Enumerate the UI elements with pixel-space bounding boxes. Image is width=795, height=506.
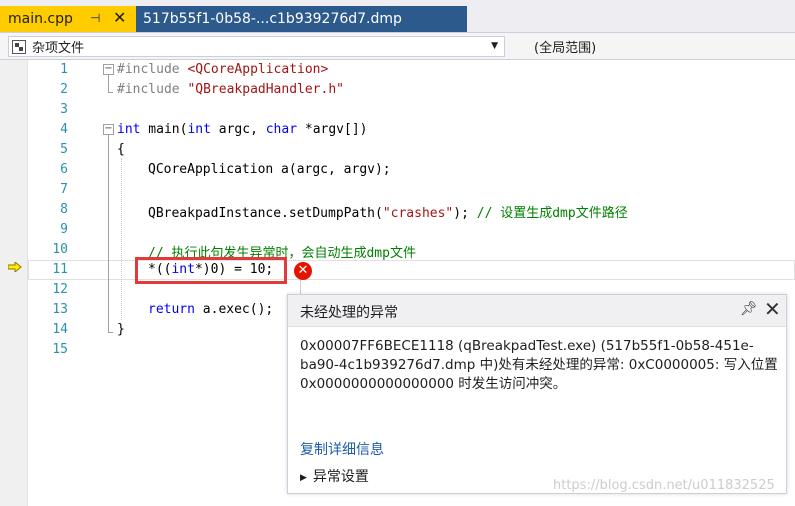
code-text: QCoreApplication a(argc, argv); [148,162,391,177]
indicator-margin[interactable] [0,60,28,506]
member-scope-label: (全局范围) [534,41,597,56]
code-text: QBreakpadInstance.setDumpPath("crashes")… [148,206,628,221]
code-line[interactable]: 3 [28,100,795,120]
line-number: 5 [60,142,68,157]
code-text: #include <QCoreApplication> [117,62,329,77]
code-line[interactable]: 1 #include <QCoreApplication> [28,60,795,80]
code-text: } [117,322,125,337]
current-statement-arrow-icon [8,262,22,272]
pin-icon[interactable]: ⊣ [90,11,100,25]
code-line[interactable]: 9 [28,220,795,240]
code-text: int main(int argc, char *argv[]) [117,122,368,137]
line-number: 4 [60,122,68,137]
exception-settings-toggle[interactable]: ▶ 异常设置 [300,466,369,486]
code-line[interactable]: 8 QBreakpadInstance.setDumpPath("crashes… [28,200,795,221]
navigation-bar: 杂项文件 ▼ (全局范围) [0,32,795,60]
misc-files-icon [12,39,26,54]
pin-icon[interactable]: 📌︎ [740,301,758,317]
line-number: 13 [52,302,68,317]
watermark: https://blog.csdn.net/u011832525 [553,478,775,493]
line-number: 12 [52,282,68,297]
tab-dmp-file[interactable]: 517b55f1-0b58-...c1b939276d7.dmp [136,6,467,32]
line-number: 3 [60,102,68,117]
highlight-box [135,257,287,284]
member-scope-dropdown[interactable]: (全局范围) [512,36,790,57]
line-number: 1 [60,62,68,77]
line-number: 9 [60,222,68,237]
callout-stem [300,280,301,294]
line-number: 11 [52,262,68,277]
dropdown-arrow-icon[interactable]: ▼ [491,41,498,51]
line-number: 6 [60,162,68,177]
error-icon[interactable]: ✕ [294,262,312,280]
project-scope-label: 杂项文件 [32,41,85,56]
close-icon[interactable]: ✕ [113,8,126,27]
code-text: return a.exec(); [148,302,274,317]
project-scope-dropdown[interactable]: 杂项文件 ▼ [8,36,505,57]
popup-title: 未经处理的异常 [300,305,398,321]
line-number: 2 [60,82,68,97]
code-text: { [117,142,125,157]
close-icon[interactable]: ✕ [764,297,781,321]
line-number: 8 [60,202,68,217]
line-number: 14 [52,322,68,337]
code-text: #include "QBreakpadHandler.h" [117,82,344,97]
line-number: 10 [52,242,68,257]
code-line[interactable]: 2 #include "QBreakpadHandler.h" [28,80,795,100]
code-line[interactable]: 7 [28,180,795,200]
tab-strip: main.cpp ⊣ ✕ 517b55f1-0b58-...c1b939276d… [0,0,795,32]
expand-triangle-icon: ▶ [300,473,307,483]
exception-popup: 未经处理的异常 📌︎ ✕ 0x00007FF6BECE1118 (qBreakp… [287,294,787,494]
copy-details-link[interactable]: 复制详细信息 [300,439,384,459]
code-line[interactable]: 4 int main(int argc, char *argv[]) [28,120,795,140]
tab-title: main.cpp [8,11,73,27]
exception-message: 0x00007FF6BECE1118 (qBreakpadTest.exe) (… [300,338,778,392]
code-line[interactable]: 6 QCoreApplication a(argc, argv); [28,160,795,180]
tab-main-cpp[interactable]: main.cpp ⊣ ✕ [0,6,136,32]
line-number: 7 [60,182,68,197]
exception-settings-label: 异常设置 [312,469,369,485]
code-line[interactable]: 5 { [28,140,795,160]
line-number: 15 [52,342,68,357]
tab-title: 517b55f1-0b58-...c1b939276d7.dmp [143,11,402,27]
popup-header: 未经处理的异常 📌︎ ✕ [288,295,786,327]
